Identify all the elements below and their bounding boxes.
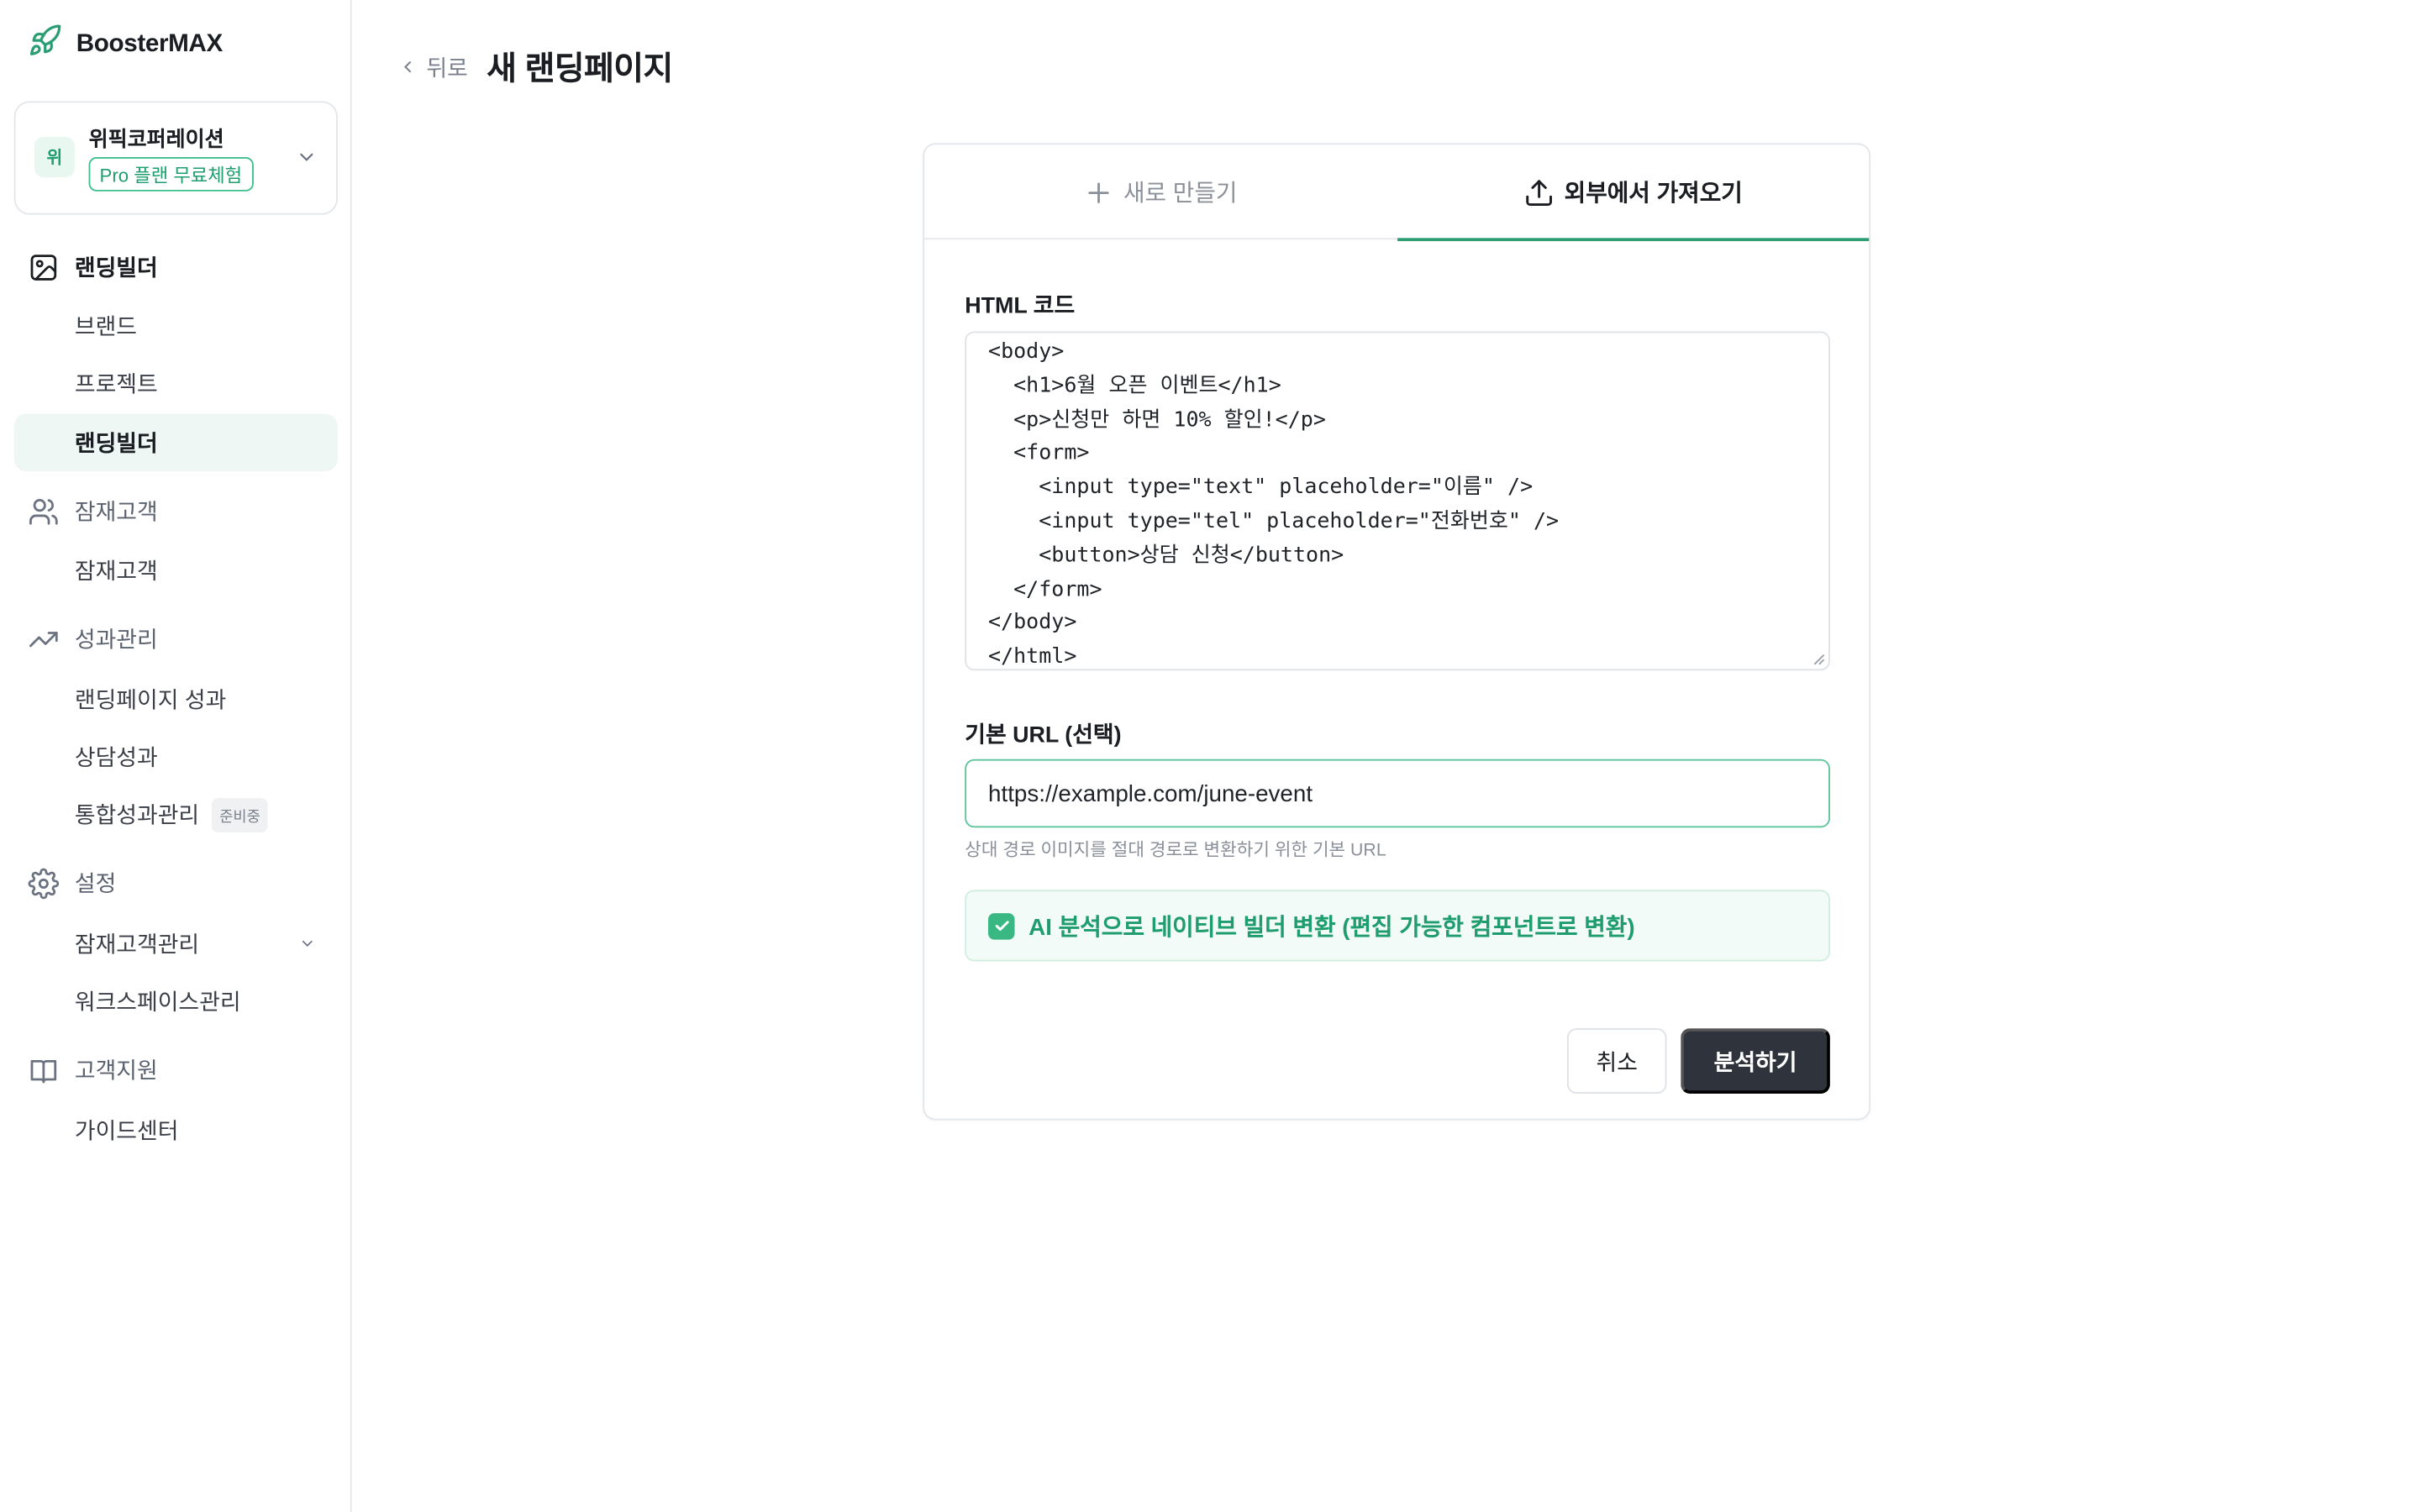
code-line: <p>신청만 하면 10% 할인!</p> bbox=[988, 407, 1326, 433]
plan-badge: Pro 플랜 무료체험 bbox=[88, 157, 254, 192]
code-line: </form> bbox=[988, 576, 1102, 601]
resize-handle-icon[interactable] bbox=[1810, 650, 1826, 666]
page-header: 뒤로 새 랜딩페이지 bbox=[398, 44, 673, 91]
sidebar-section-support[interactable]: 고객지원 bbox=[28, 1053, 158, 1086]
code-line: <button>상담 신청</button> bbox=[988, 542, 1344, 568]
sidebar-section-landing-builder[interactable]: 랜딩빌더 bbox=[28, 250, 158, 283]
chevron-down-icon bbox=[300, 153, 313, 161]
sidebar-section-leads[interactable]: 잠재고객 bbox=[28, 495, 158, 528]
users-icon bbox=[29, 498, 58, 524]
ai-convert-checkbox[interactable] bbox=[988, 912, 1015, 939]
rocket-icon bbox=[28, 24, 62, 66]
image-icon bbox=[30, 254, 57, 280]
code-line: <form> bbox=[988, 440, 1090, 466]
tab-label: 새로 만들기 bbox=[1123, 180, 1238, 207]
section-label: 설정 bbox=[74, 872, 117, 898]
workspace-avatar: 위 bbox=[34, 136, 75, 178]
tab-new[interactable]: 새로 만들기 bbox=[924, 144, 1396, 239]
sidebar: BoosterMAX 위 위픽코퍼레이션 Pro 플랜 무료체험 랜딩빌더 브랜… bbox=[0, 0, 352, 1512]
sidebar-item-label: 잠재고객관리 bbox=[74, 933, 200, 958]
sidebar-section-performance[interactable]: 성과관리 bbox=[28, 622, 158, 655]
brand[interactable]: BoosterMAX bbox=[28, 24, 223, 66]
section-label: 고객지원 bbox=[74, 1059, 158, 1084]
sidebar-item-lead-management[interactable]: 잠재고객관리 bbox=[14, 915, 338, 973]
app-root: BoosterMAX 위 위픽코퍼레이션 Pro 플랜 무료체험 랜딩빌더 브랜… bbox=[0, 0, 2420, 1512]
base-url-hint: 상대 경로 이미지를 절대 경로로 변환하기 위한 기본 URL bbox=[965, 841, 1386, 861]
import-card: 새로 만들기 외부에서 가져오기 HTML 코드 <body> <h1>6월 오… bbox=[923, 143, 1871, 1121]
code-line: </html> bbox=[988, 644, 1077, 669]
check-icon bbox=[994, 921, 1008, 932]
sidebar-item-workspace-management[interactable]: 워크스페이스관리 bbox=[14, 973, 338, 1031]
coming-soon-badge: 준비중 bbox=[211, 797, 269, 832]
sidebar-item-guide-center[interactable]: 가이드센터 bbox=[14, 1101, 338, 1159]
workspace-switcher[interactable]: 위 위픽코퍼레이션 Pro 플랜 무료체험 bbox=[13, 101, 338, 215]
sidebar-section-settings[interactable]: 설정 bbox=[28, 867, 116, 900]
html-code-textarea[interactable]: <body> <h1>6월 오픈 이벤트</h1> <p>신청만 하면 10% … bbox=[965, 331, 1830, 671]
code-line: <body> bbox=[988, 339, 1065, 365]
html-code-label: HTML 코드 bbox=[965, 294, 1076, 319]
base-url-value: https://example.com/june-event bbox=[988, 780, 1313, 807]
code-line: <input type="tel" placeholder="전화번호" /> bbox=[988, 508, 1560, 534]
sidebar-item-integrated-performance[interactable]: 통합성과관리 준비중 bbox=[14, 785, 338, 843]
sidebar-item-leads[interactable]: 잠재고객 bbox=[14, 541, 338, 599]
base-url-input[interactable]: https://example.com/june-event bbox=[965, 759, 1830, 828]
book-icon bbox=[30, 1059, 57, 1083]
back-label: 뒤로 bbox=[426, 56, 468, 82]
cancel-button[interactable]: 취소 bbox=[1566, 1028, 1667, 1094]
section-label: 랜딩빌더 bbox=[74, 256, 158, 282]
back-button[interactable]: 뒤로 bbox=[398, 50, 468, 83]
plus-icon bbox=[1088, 181, 1109, 202]
code-line: </body> bbox=[988, 610, 1077, 636]
workspace-name: 위픽코퍼레이션 bbox=[88, 127, 224, 151]
tab-import[interactable]: 외부에서 가져오기 bbox=[1397, 144, 1870, 242]
sidebar-item-brand[interactable]: 브랜드 bbox=[14, 297, 338, 355]
base-url-label: 기본 URL (선택) bbox=[965, 723, 1122, 748]
tab-label: 외부에서 가져오기 bbox=[1564, 180, 1743, 207]
ai-convert-label: AI 분석으로 네이티브 빌더 변환 (편집 가능한 컴포넌트로 변환) bbox=[1028, 914, 1635, 941]
ai-convert-option[interactable]: AI 분석으로 네이티브 빌더 변환 (편집 가능한 컴포넌트로 변환) bbox=[965, 890, 1830, 962]
section-label: 잠재고객 bbox=[74, 501, 158, 526]
upload-icon bbox=[1526, 179, 1553, 206]
chevron-left-icon bbox=[404, 61, 412, 73]
page-title: 새 랜딩페이지 bbox=[487, 51, 673, 87]
sidebar-item-landing-performance[interactable]: 랜딩페이지 성과 bbox=[14, 670, 338, 728]
sidebar-item-landing-builder[interactable]: 랜딩빌더 bbox=[13, 413, 338, 472]
analyze-button[interactable]: 분석하기 bbox=[1681, 1028, 1830, 1094]
chevron-down-icon bbox=[302, 940, 313, 947]
tab-bar: 새로 만들기 외부에서 가져오기 bbox=[924, 144, 1870, 242]
trending-up-icon bbox=[29, 631, 58, 647]
app-name: BoosterMAX bbox=[76, 30, 223, 57]
code-line: <h1>6월 오픈 이벤트</h1> bbox=[988, 373, 1281, 398]
sidebar-item-label: 통합성과관리 bbox=[74, 804, 200, 830]
sidebar-item-project[interactable]: 프로젝트 bbox=[14, 354, 338, 412]
section-label: 성과관리 bbox=[74, 628, 158, 654]
gear-icon bbox=[28, 867, 60, 899]
code-line: <input type="text" placeholder="이름" /> bbox=[988, 475, 1534, 500]
sidebar-item-consult-performance[interactable]: 상담성과 bbox=[14, 728, 338, 786]
